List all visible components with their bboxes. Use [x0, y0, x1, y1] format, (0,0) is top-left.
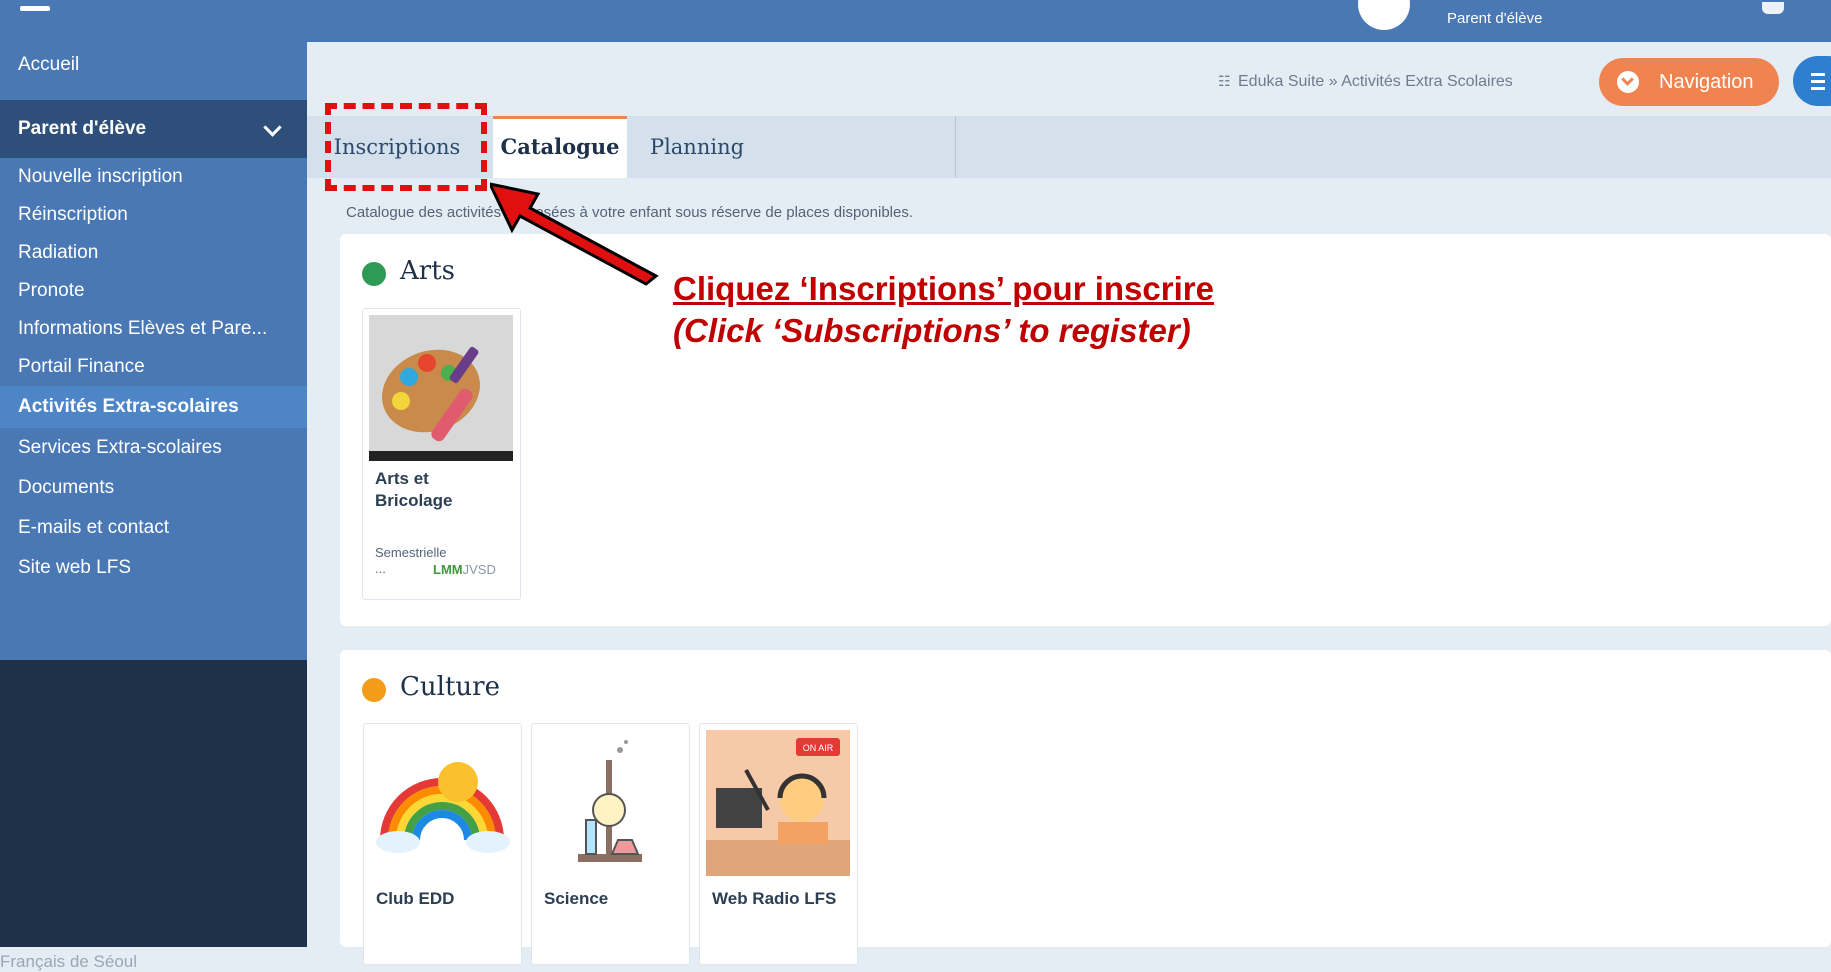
sidebar-item-label: Documents: [18, 477, 115, 498]
menu-icon: [1811, 73, 1825, 76]
navigation-button[interactable]: Navigation: [1599, 58, 1779, 106]
section-title-culture: Culture: [400, 672, 500, 702]
activity-name-line2: Bricolage: [375, 491, 453, 510]
sidebar-item-reinscription[interactable]: Réinscription: [0, 196, 307, 234]
hamburger-menu-icon[interactable]: [20, 6, 50, 11]
annotation-arrow-icon: [490, 182, 659, 286]
chevron-down-icon: [263, 118, 282, 137]
section-color-dot: [362, 678, 386, 702]
user-avatar[interactable]: [1358, 0, 1410, 30]
sidebar-item-radiation[interactable]: Radiation: [0, 234, 307, 272]
activity-frequency: Semestrielle: [375, 545, 447, 560]
sidebar-item-label: Accueil: [18, 54, 80, 75]
activity-name: Web Radio LFS: [712, 889, 837, 908]
breadcrumb: ☷ Eduka Suite » Activités Extra Scolaires: [1218, 73, 1513, 91]
tab-catalogue[interactable]: Catalogue: [493, 116, 627, 178]
activity-name: Club EDD: [376, 889, 455, 908]
sidebar-item-label: Nouvelle inscription: [18, 166, 183, 187]
activity-card-science[interactable]: Science: [531, 723, 690, 965]
on-air-badge: ON AIR: [803, 743, 834, 753]
tab-label: Catalogue: [500, 134, 620, 159]
sidebar-item-label: Pronote: [18, 280, 85, 301]
top-bar: Parent d'élève: [0, 0, 1831, 42]
sidebar-item-label: Informations Elèves et Pare...: [18, 318, 268, 339]
sidebar-item-label: Réinscription: [18, 204, 128, 225]
tab-planning[interactable]: Planning: [627, 116, 767, 178]
breadcrumb-text[interactable]: Eduka Suite » Activités Extra Scolaires: [1238, 73, 1513, 90]
sidebar-item-pronote[interactable]: Pronote: [0, 272, 307, 310]
activity-card-web-radio[interactable]: ON AIR Web Radio LFS: [699, 723, 858, 965]
palette-icon: [369, 315, 513, 461]
sidebar-item-label: Activités Extra-scolaires: [18, 396, 239, 417]
sidebar-group-parent[interactable]: Parent d'élève: [0, 100, 307, 158]
activity-more: ...: [375, 561, 386, 576]
annotation-text-en: (Click ‘Subscriptions’ to register): [673, 312, 1191, 349]
tab-bar: Inscriptions Catalogue Planning: [307, 116, 1831, 178]
sidebar-item-label: Portail Finance: [18, 356, 145, 377]
menu-icon-bar: [1811, 87, 1825, 90]
sidebar-footer: Français de Séoul: [0, 952, 138, 971]
rainbow-icon: [370, 730, 514, 876]
lab-flask-icon: [538, 730, 682, 876]
activity-days: LMMJVSD: [433, 562, 496, 577]
section-title-arts: Arts: [400, 256, 455, 286]
notification-bell-icon[interactable]: [1762, 2, 1784, 14]
menu-icon-bar: [1811, 80, 1825, 83]
tab-divider: [955, 116, 956, 178]
activity-card-arts-bricolage[interactable]: Arts et Bricolage Semestrielle ... LMMJV…: [362, 308, 521, 600]
annotation-text-fr: Cliquez ‘Inscriptions’ pour inscrire: [673, 270, 1214, 307]
navigation-label: Navigation: [1659, 71, 1754, 93]
days-inactive: JVSD: [462, 562, 496, 577]
activity-name: Science: [544, 889, 609, 908]
sidebar-item-label: Services Extra-scolaires: [18, 437, 222, 458]
activity-card-club-edd[interactable]: Club EDD: [363, 723, 522, 965]
chevron-down-icon: [1617, 71, 1639, 93]
section-color-dot: [362, 262, 386, 286]
sidebar-item-emails-contact[interactable]: E-mails et contact: [0, 508, 307, 548]
radio-microphone-icon: ON AIR: [706, 730, 850, 876]
section-card-culture: Culture Club EDD Science ON AIR Web Radi…: [340, 650, 1831, 965]
days-active: LMM: [433, 562, 463, 577]
sidebar-item-accueil[interactable]: Accueil: [0, 42, 307, 100]
sidebar-item-label: Radiation: [18, 242, 99, 263]
sitemap-icon: ☷: [1218, 73, 1231, 89]
tab-label: Planning: [649, 135, 745, 159]
activity-name-line1: Arts et: [375, 469, 429, 488]
menu-button[interactable]: [1793, 56, 1831, 106]
sidebar-item-services-extra-scolaires[interactable]: Services Extra-scolaires: [0, 428, 307, 468]
sidebar-item-portail-finance[interactable]: Portail Finance: [0, 348, 307, 386]
sidebar-item-label: E-mails et contact: [18, 517, 169, 538]
sidebar-item-activites-extra-scolaires[interactable]: Activités Extra-scolaires: [0, 386, 307, 428]
sidebar-item-site-web-lfs[interactable]: Site web LFS: [0, 548, 307, 588]
sidebar-item-nouvelle-inscription[interactable]: Nouvelle inscription: [0, 158, 307, 196]
sidebar-item-label: Site web LFS: [18, 557, 131, 578]
sidebar-item-informations[interactable]: Informations Elèves et Pare...: [0, 310, 307, 348]
sidebar: Accueil Parent d'élève Nouvelle inscript…: [0, 42, 307, 971]
user-role-label: Parent d'élève: [1447, 10, 1543, 27]
annotation-highlight-box: [325, 103, 487, 191]
sidebar-item-label: Parent d'élève: [18, 118, 147, 139]
sidebar-item-documents[interactable]: Documents: [0, 468, 307, 508]
sidebar-menu: Accueil Parent d'élève Nouvelle inscript…: [0, 42, 307, 660]
